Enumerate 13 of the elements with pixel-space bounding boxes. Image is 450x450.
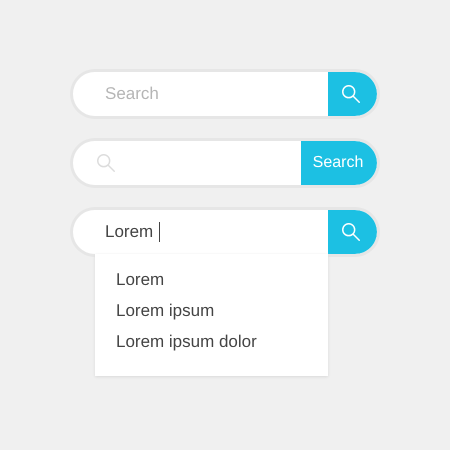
search-text: Lorem xyxy=(105,221,154,244)
suggestion-item[interactable]: Lorem ipsum dolor xyxy=(116,331,328,353)
suggestion-item[interactable]: Lorem xyxy=(116,269,328,291)
search-icon xyxy=(95,152,117,174)
search-bar[interactable]: Lorem xyxy=(73,210,377,254)
search-button[interactable] xyxy=(328,210,377,254)
search-icon xyxy=(340,221,362,243)
search-icon xyxy=(340,83,362,105)
suggestion-item[interactable]: Lorem ipsum xyxy=(116,300,328,322)
text-cursor xyxy=(159,222,160,242)
search-button[interactable] xyxy=(328,72,377,116)
search-field[interactable]: Search xyxy=(105,81,295,107)
search-bar[interactable]: Search xyxy=(73,72,377,116)
